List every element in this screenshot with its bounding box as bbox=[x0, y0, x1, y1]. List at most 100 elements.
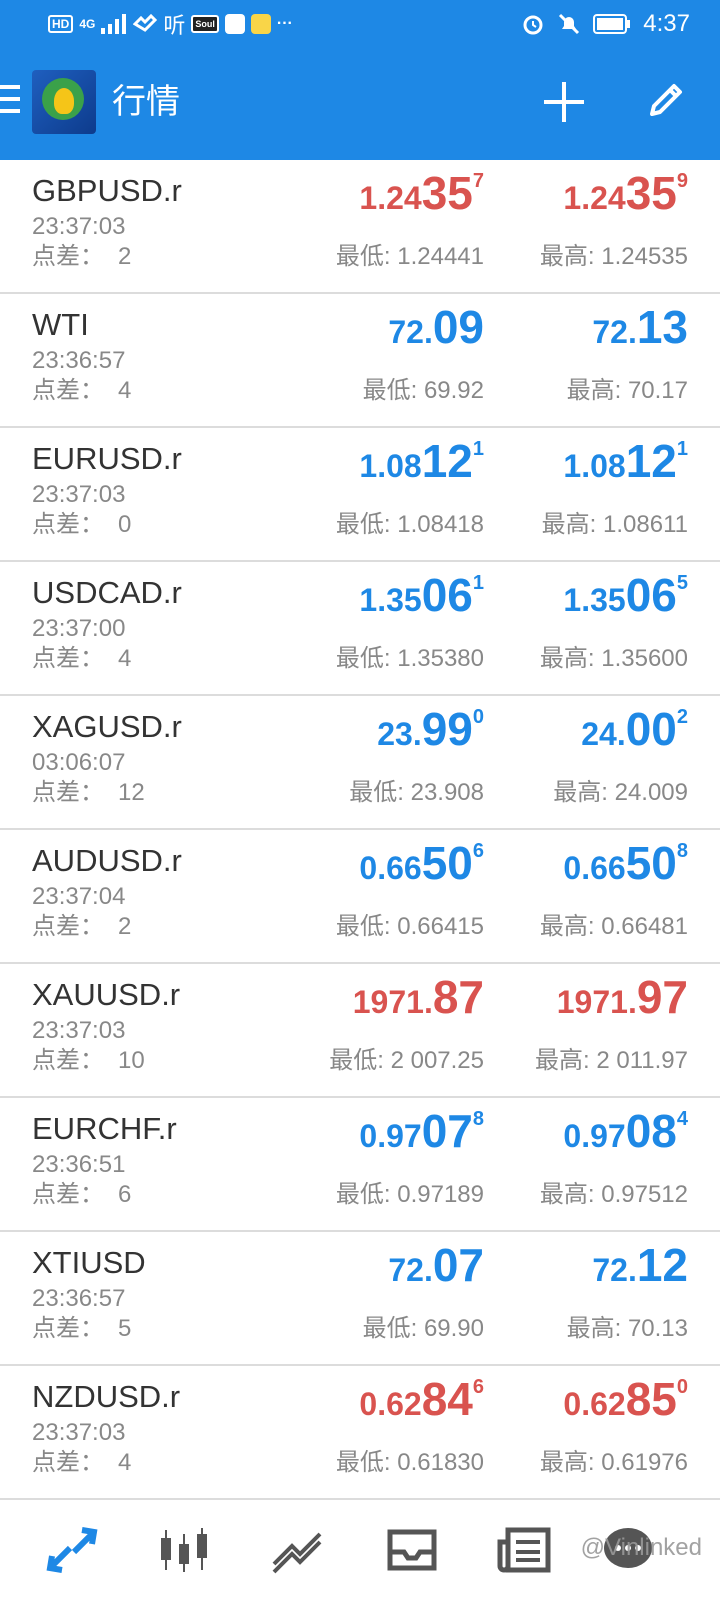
ask-price-small: 72. bbox=[592, 1252, 637, 1288]
status-left: HD 4G 听 Soul ··· bbox=[48, 10, 293, 38]
trade-icon[interactable] bbox=[270, 1524, 326, 1576]
ask-price[interactable]: 0.97084 bbox=[448, 1108, 688, 1154]
quote-row[interactable]: XTIUSD 23:36:57 点差： 5 72.07 72.12 最低: 69.… bbox=[0, 1232, 720, 1366]
quote-row[interactable]: XAUUSD.r 23:37:03 点差： 10 1971.87 1971.97 … bbox=[0, 964, 720, 1098]
quote-row[interactable]: AUDUSD.r 23:37:04 点差： 2 0.66506 0.66508 最… bbox=[0, 830, 720, 964]
edit-button[interactable] bbox=[644, 78, 688, 122]
low-value: 69.92 bbox=[423, 377, 484, 404]
quote-time: 23:37:03 bbox=[32, 1017, 126, 1044]
quote-time: 23:37:03 bbox=[32, 1419, 126, 1446]
bid-price-small: 0.62 bbox=[359, 1386, 422, 1422]
add-symbol-button[interactable] bbox=[542, 80, 586, 124]
symbol-name: WTI bbox=[32, 307, 89, 342]
bid-price-small: 1971. bbox=[352, 984, 433, 1020]
high-label: 最高: bbox=[539, 1449, 595, 1476]
high-value: 2 011.97 bbox=[596, 1047, 688, 1074]
symbol-name: AUDUSD.r bbox=[32, 843, 182, 878]
mail-icon bbox=[224, 14, 245, 34]
high-label: 最高: bbox=[566, 377, 622, 404]
bid-price-small: 23. bbox=[377, 716, 422, 752]
ask-price[interactable]: 0.66508 bbox=[448, 840, 688, 886]
spread-value: 4 bbox=[118, 645, 132, 672]
high-label: 最高: bbox=[535, 1047, 590, 1074]
symbol-name: EURCHF.r bbox=[32, 1111, 177, 1146]
low-label: 最低: bbox=[335, 913, 391, 940]
symbol-name: USDCAD.r bbox=[32, 575, 182, 610]
quote-time: 23:37:04 bbox=[32, 883, 126, 910]
more-notifications: ··· bbox=[276, 15, 293, 32]
symbol-name: XAUUSD.r bbox=[32, 977, 181, 1012]
spread-value: 12 bbox=[118, 779, 145, 806]
spread: 点差： 5 bbox=[32, 1315, 131, 1343]
symbol-name: XAGUSD.r bbox=[32, 709, 182, 744]
quote-row[interactable]: EURUSD.r 23:37:03 点差： 0 1.08121 1.08121 最… bbox=[0, 428, 720, 562]
spread: 点差： 2 bbox=[32, 243, 131, 271]
spread: 点差： 2 bbox=[32, 913, 131, 941]
low-price: 最低: 0.61830 bbox=[336, 1449, 484, 1477]
quote-row[interactable]: WTI 23:36:57 点差： 4 72.09 72.13 最低: 69.92 … bbox=[0, 294, 720, 428]
spread-value: 0 bbox=[118, 511, 132, 538]
low-value: 0.61830 bbox=[397, 1449, 484, 1476]
ask-price[interactable]: 72.13 bbox=[448, 304, 688, 350]
network-type: 4G bbox=[79, 17, 96, 31]
ask-price-big: 35 bbox=[625, 167, 677, 219]
menu-icon[interactable] bbox=[0, 85, 20, 121]
spread: 点差： 12 bbox=[32, 779, 145, 807]
spread-value: 6 bbox=[118, 1181, 132, 1208]
quote-row[interactable]: EURCHF.r 23:36:51 点差： 6 0.97078 0.97084 最… bbox=[0, 1098, 720, 1232]
bid-price-small: 1.08 bbox=[359, 448, 422, 484]
quote-row[interactable]: XAGUSD.r 03:06:07 点差： 12 23.990 24.002 最低… bbox=[0, 696, 720, 830]
high-value: 1.35600 bbox=[601, 645, 688, 672]
high-price: 最高: 0.97512 bbox=[540, 1181, 688, 1209]
pencil-icon bbox=[650, 84, 682, 116]
signal-icon bbox=[101, 14, 127, 34]
chart-icon[interactable] bbox=[156, 1524, 212, 1576]
spread-label: 点差： bbox=[32, 779, 104, 806]
high-label: 最高: bbox=[553, 779, 608, 806]
low-price: 最低: 2 007.25 bbox=[329, 1047, 484, 1075]
news-icon[interactable] bbox=[496, 1524, 552, 1576]
ask-price[interactable]: 1.08121 bbox=[448, 438, 688, 484]
spread-label: 点差： bbox=[32, 1449, 104, 1476]
ask-price[interactable]: 24.002 bbox=[448, 706, 688, 752]
low-price: 最低: 1.35380 bbox=[336, 645, 484, 673]
low-label: 最低: bbox=[362, 1315, 418, 1342]
ask-price-sup: 1 bbox=[676, 438, 688, 460]
ask-price[interactable]: 1.35065 bbox=[448, 572, 688, 618]
low-price: 最低: 1.08418 bbox=[336, 511, 484, 539]
quote-row[interactable]: NZDUSD.r 23:37:03 点差： 4 0.62846 0.62850 最… bbox=[0, 1366, 720, 1500]
spread-label: 点差： bbox=[32, 243, 104, 270]
spread: 点差： 4 bbox=[32, 1449, 131, 1477]
high-label: 最高: bbox=[539, 645, 595, 672]
high-label: 最高: bbox=[566, 1315, 622, 1342]
ask-price-sup: 4 bbox=[676, 1108, 688, 1130]
symbol-name: GBPUSD.r bbox=[32, 173, 182, 208]
low-price: 最低: 69.90 bbox=[363, 1315, 484, 1343]
low-label: 最低: bbox=[335, 243, 391, 270]
low-price: 最低: 0.97189 bbox=[336, 1181, 484, 1209]
ask-price[interactable]: 0.62850 bbox=[448, 1376, 688, 1422]
bid-price-small: 72. bbox=[388, 314, 433, 350]
status-right: 4:37 bbox=[521, 10, 690, 38]
spread-label: 点差： bbox=[32, 1181, 104, 1208]
spread-label: 点差： bbox=[32, 377, 104, 404]
high-price: 最高: 0.66481 bbox=[540, 913, 688, 941]
high-price: 最高: 1.35600 bbox=[540, 645, 688, 673]
ask-price[interactable]: 1.24359 bbox=[448, 170, 688, 216]
quotes-icon[interactable] bbox=[44, 1524, 100, 1576]
high-value: 0.97512 bbox=[601, 1181, 688, 1208]
spread-value: 4 bbox=[118, 377, 132, 404]
low-value: 2 007.25 bbox=[390, 1047, 484, 1074]
history-icon[interactable] bbox=[384, 1524, 440, 1576]
bid-price-small: 1.35 bbox=[359, 582, 422, 618]
low-label: 最低: bbox=[349, 779, 404, 806]
quote-row[interactable]: USDCAD.r 23:37:00 点差： 4 1.35061 1.35065 最… bbox=[0, 562, 720, 696]
quote-row[interactable]: GBPUSD.r 23:37:03 点差： 2 1.24357 1.24359 最… bbox=[0, 160, 720, 294]
page-title: 行情 bbox=[112, 83, 180, 121]
ask-price[interactable]: 1971.97 bbox=[448, 974, 688, 1020]
ask-price[interactable]: 72.12 bbox=[448, 1242, 688, 1288]
ask-price-small: 24. bbox=[581, 716, 626, 752]
high-price: 最高: 70.13 bbox=[567, 1315, 688, 1343]
ask-price-big: 12 bbox=[625, 435, 677, 487]
ask-price-sup: 2 bbox=[676, 706, 688, 728]
